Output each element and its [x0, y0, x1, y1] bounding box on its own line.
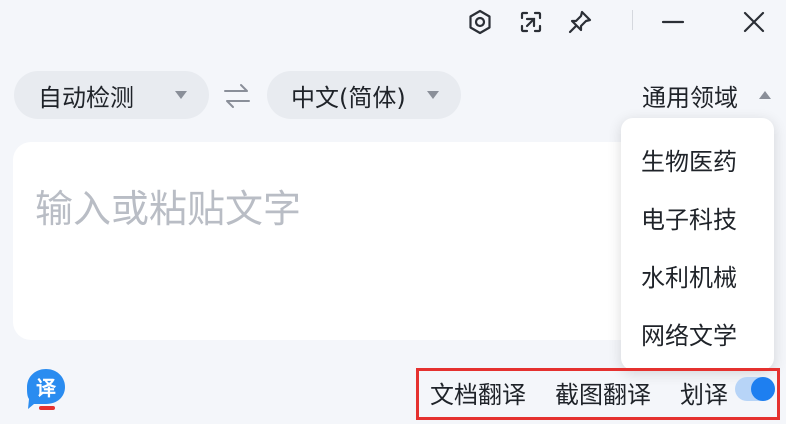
- target-language-label: 中文(简体): [291, 83, 406, 112]
- source-language-label: 自动检测: [38, 83, 134, 112]
- input-placeholder: 输入或粘贴文字: [35, 187, 302, 231]
- close-button[interactable]: [736, 4, 772, 40]
- domain-option-biomedicine[interactable]: 生物医药: [641, 142, 737, 177]
- source-language-select[interactable]: 自动检测: [14, 71, 209, 119]
- app-logo-text: 译: [36, 376, 57, 400]
- app-logo: 译: [27, 369, 65, 410]
- screenshot-button[interactable]: [513, 4, 549, 40]
- screenshot-translate-button[interactable]: 截图翻译: [555, 375, 651, 410]
- pin-icon: [568, 10, 592, 34]
- domain-option-hydraulic-machinery[interactable]: 水利机械: [641, 258, 737, 293]
- selection-translate-label: 划译: [680, 381, 728, 409]
- close-icon: [743, 11, 765, 33]
- minimize-icon: [661, 20, 685, 24]
- title-bar: [0, 0, 786, 44]
- chevron-down-icon: [175, 91, 187, 99]
- settings-button[interactable]: [462, 4, 498, 40]
- domain-label: 通用领域: [642, 84, 738, 112]
- domain-dropdown-menu: 生物医药 电子科技 水利机械 网络文学: [621, 118, 774, 370]
- screenshot-icon: [520, 11, 542, 33]
- selection-translate-toggle[interactable]: [735, 377, 775, 401]
- domain-option-electronics[interactable]: 电子科技: [641, 200, 737, 235]
- pin-button[interactable]: [562, 4, 598, 40]
- doc-translate-button[interactable]: 文档翻译: [430, 375, 526, 410]
- chevron-down-icon: [427, 91, 439, 99]
- titlebar-divider: [632, 10, 633, 30]
- domain-option-web-literature[interactable]: 网络文学: [641, 316, 737, 351]
- swap-icon[interactable]: [222, 82, 252, 110]
- minimize-button[interactable]: [655, 4, 691, 40]
- target-language-select[interactable]: 中文(简体): [267, 71, 461, 119]
- toggle-knob: [751, 377, 775, 401]
- settings-icon: [469, 9, 491, 35]
- chevron-up-icon: [759, 91, 771, 99]
